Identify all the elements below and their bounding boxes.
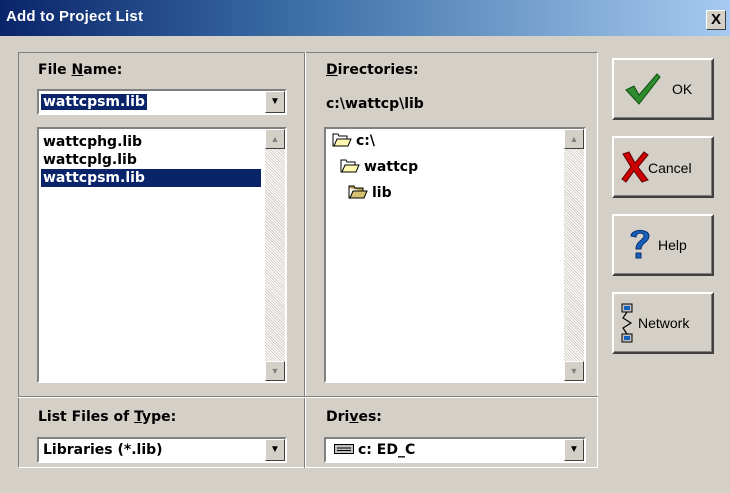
tree-item[interactable]: c:\ [332,133,375,149]
tree-item-selected[interactable]: lib [348,185,392,201]
scroll-down-arrow-icon[interactable]: ▼ [564,361,584,381]
scroll-up-arrow-icon[interactable]: ▲ [564,129,584,149]
current-directory-path: c:\wattcp\lib [326,96,424,112]
list-item-selected[interactable]: wattcpsm.lib [41,169,261,187]
scroll-up-arrow-icon[interactable]: ▲ [265,129,285,149]
file-type-combo[interactable]: Libraries (*.lib) ▼ [37,437,287,463]
file-name-label: File Name: [38,62,123,78]
chevron-down-icon: ▼ [569,444,579,455]
list-item[interactable]: wattcphg.lib [43,133,142,151]
file-list-scrollbar[interactable]: ▲ ▼ [265,129,285,381]
help-button[interactable]: Help [612,214,714,276]
file-name-input[interactable]: wattcpsm.lib [41,94,147,110]
tree-item[interactable]: wattcp [340,159,418,175]
cancel-button[interactable]: Cancel [612,136,714,198]
drives-dropdown-button[interactable]: ▼ [564,439,584,461]
question-mark-icon [630,229,650,259]
list-item[interactable]: wattcplg.lib [43,151,137,169]
open-folder-icon [348,185,368,199]
horizontal-divider [18,396,598,398]
chevron-down-icon: ▼ [270,96,280,107]
list-type-label: List Files of Type: [38,409,177,425]
red-x-icon [621,151,649,183]
open-folder-icon [340,159,360,173]
window-title: Add to Project List [6,8,144,25]
close-button[interactable]: X [706,10,726,30]
drives-label: Drives: [326,409,382,425]
hard-drive-icon [334,444,354,454]
open-folder-icon [332,133,352,147]
directory-tree[interactable]: c:\ wattcp lib ▲ ▼ [324,127,586,383]
directories-label: Directories: [326,62,419,78]
network-icon [621,303,633,343]
network-button[interactable]: Network [612,292,714,354]
drives-combo[interactable]: c: ED_C ▼ [324,437,586,463]
file-type-dropdown-button[interactable]: ▼ [265,439,285,461]
chevron-down-icon: ▼ [270,444,280,455]
checkmark-icon [625,73,661,105]
title-bar[interactable]: Add to Project List X [0,0,730,36]
directory-tree-scrollbar[interactable]: ▲ ▼ [564,129,584,381]
vertical-divider [304,52,306,468]
scroll-down-arrow-icon[interactable]: ▼ [265,361,285,381]
file-type-value: Libraries (*.lib) [43,442,163,458]
ok-button[interactable]: OK [612,58,714,120]
file-list[interactable]: wattcphg.lib wattcplg.lib wattcpsm.lib ▲… [37,127,287,383]
file-name-combo[interactable]: wattcpsm.lib ▼ [37,89,287,115]
drive-value: c: ED_C [334,442,415,458]
file-name-dropdown-button[interactable]: ▼ [265,91,285,113]
